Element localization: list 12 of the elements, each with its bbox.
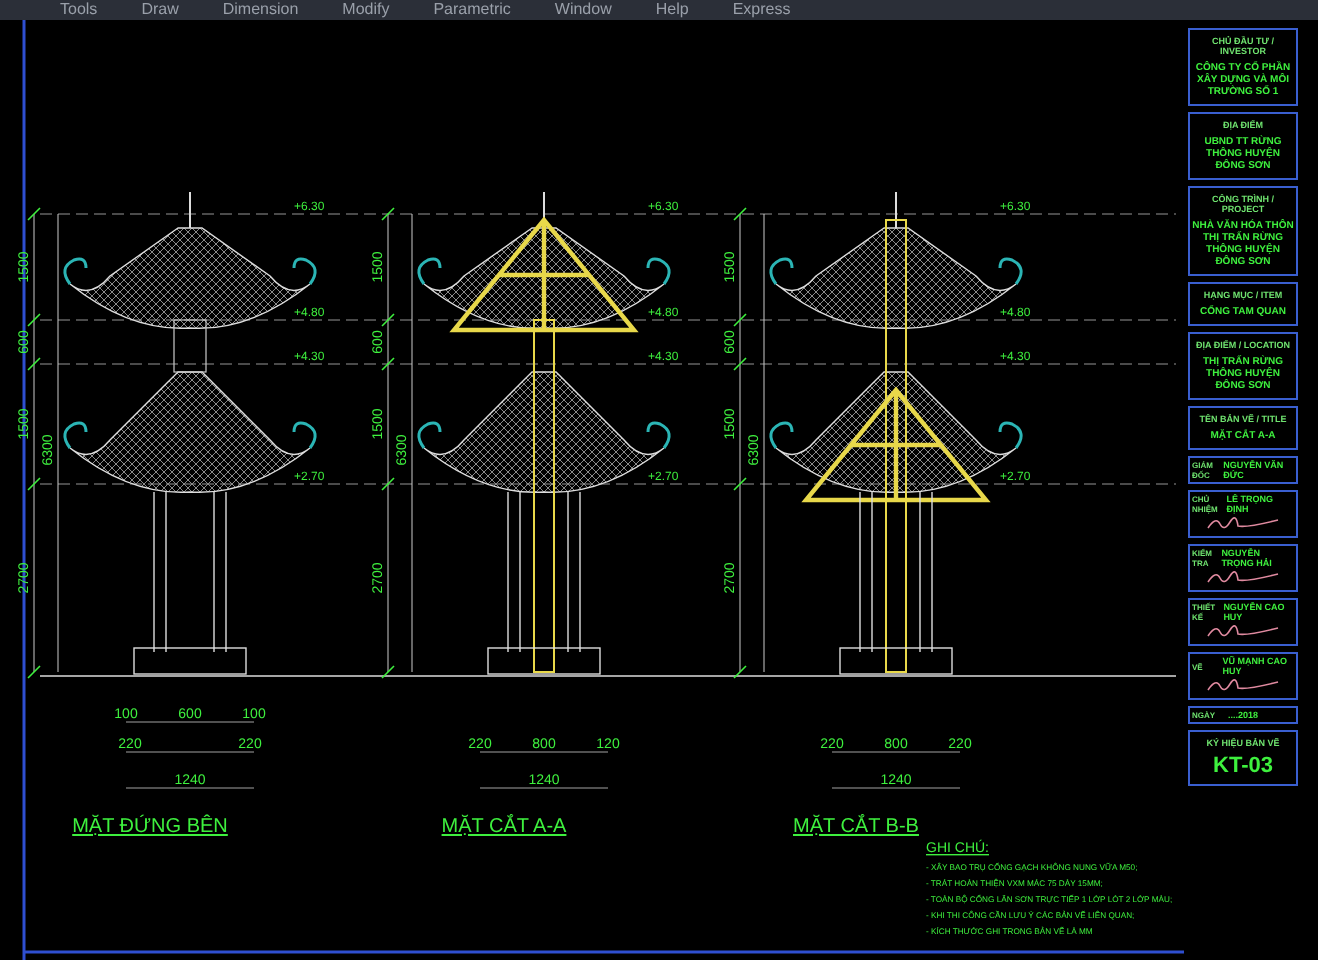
menu-item[interactable]: Window: [554, 0, 612, 20]
menu-item[interactable]: Modify: [342, 0, 390, 20]
view-title: MẶT CẮT A-A: [441, 816, 567, 838]
menu-item[interactable]: Help: [655, 0, 689, 20]
menu-item[interactable]: Parametric: [433, 0, 511, 20]
view-title: MẶT ĐỨNG BÊN: [72, 816, 228, 838]
sheet-number: KT-03: [1213, 754, 1273, 778]
menu-item[interactable]: Draw: [141, 0, 179, 20]
menu-item[interactable]: Dimension: [222, 0, 299, 20]
view-title: MẶT CẮT B-B: [793, 816, 919, 838]
menu-item[interactable]: Tools: [60, 0, 98, 20]
menu-item[interactable]: Express: [732, 0, 791, 20]
